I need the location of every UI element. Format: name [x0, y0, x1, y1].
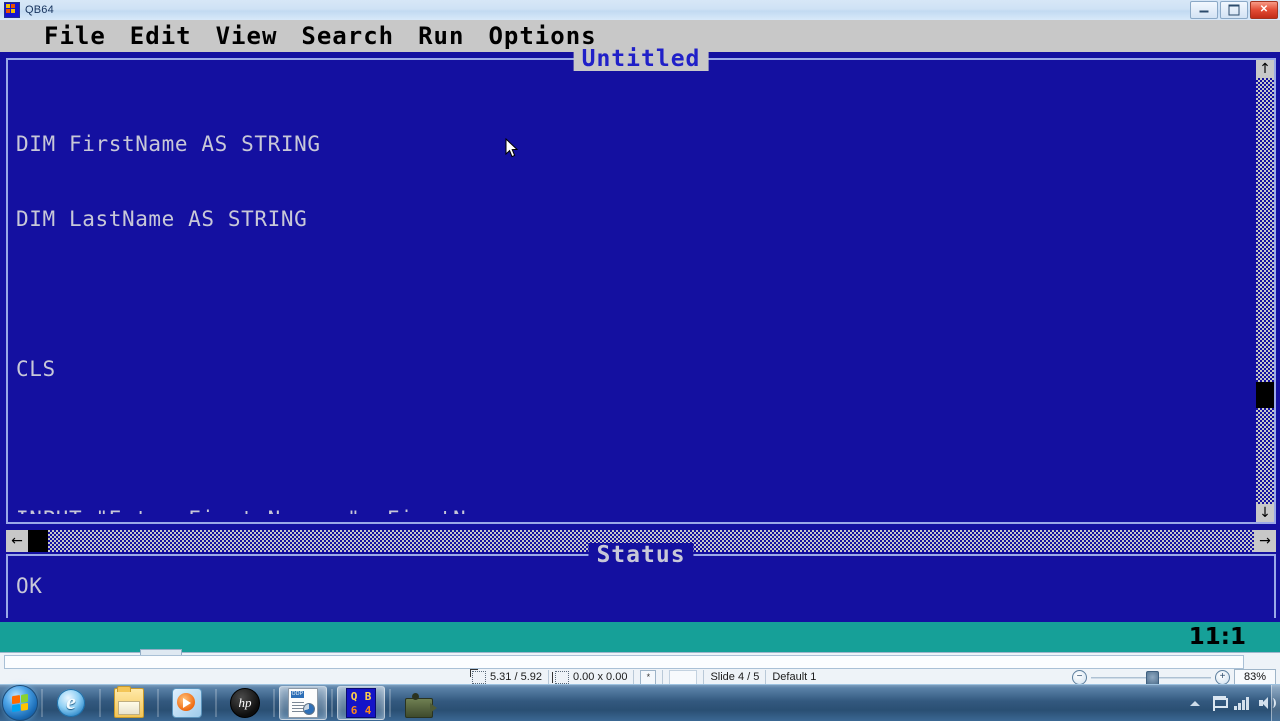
status-window-title: Status [588, 543, 694, 567]
zoom-slider[interactable] [1091, 670, 1211, 686]
windows-logo-icon [12, 693, 28, 713]
media-player-icon [172, 688, 202, 718]
vertical-scrollbar-thumb[interactable] [1256, 382, 1274, 408]
master-slide-cell: Default 1 [766, 670, 822, 685]
taskbar-windows-explorer[interactable] [105, 686, 153, 720]
network-signal-icon[interactable] [1234, 696, 1250, 710]
taskbar-media-player[interactable] [163, 686, 211, 720]
code-line: INPUT "Enter First Name: ", FirstName [16, 507, 1252, 514]
status-message: OK [16, 574, 43, 598]
editor-position-bar: 11:1 [0, 622, 1280, 652]
taskbar-separator [331, 689, 333, 717]
folder-icon [114, 686, 144, 718]
slide-position-cell: 5.31 / 5.92 [466, 668, 549, 685]
qb64-icon-char: Q [350, 689, 358, 703]
close-icon: ✕ [1259, 4, 1269, 15]
scroll-left-arrow-icon[interactable]: ← [6, 530, 28, 552]
zoom-out-button[interactable]: − [1072, 669, 1087, 685]
window-title-bar: QB64 ✕ [0, 0, 1280, 21]
qb64-app-icon [4, 2, 20, 18]
menu-item-edit[interactable]: Edit [130, 24, 192, 48]
qb64-icon-char: 4 [364, 703, 372, 717]
menu-item-run[interactable]: Run [418, 24, 464, 48]
taskbar-separator [99, 689, 101, 717]
scroll-down-arrow-icon[interactable]: ↓ [1256, 504, 1274, 522]
impress-status-bar: 5.31 / 5.92 0.00 x 0.00 * Slide 4 / 5 De… [0, 649, 1280, 686]
signature-cell[interactable] [663, 669, 705, 685]
master-slide-value: Default 1 [772, 671, 817, 683]
cursor-position-indicator: 11:1 [1188, 624, 1246, 650]
show-desktop-button[interactable] [1271, 685, 1280, 721]
windows-taskbar: ODP Q B 6 4 [0, 684, 1280, 721]
taskbar-qb64[interactable]: Q B 6 4 [337, 686, 385, 720]
taskbar-separator [389, 689, 391, 717]
odp-document-icon: ODP [288, 688, 318, 718]
taskbar-impress-presentation[interactable]: ODP [279, 686, 327, 720]
taskbar-hp[interactable] [221, 686, 269, 720]
internet-explorer-icon [57, 689, 85, 717]
window-title: QB64 [25, 4, 54, 16]
chart-pie-icon [303, 703, 315, 715]
odp-label: ODP [291, 691, 304, 698]
camcorder-icon [405, 693, 437, 718]
zoom-level-value[interactable]: 83% [1234, 669, 1276, 685]
code-text-area[interactable]: DIM FirstName AS STRING DIM LastName AS … [16, 82, 1252, 514]
taskbar-screen-recorder[interactable] [395, 686, 443, 720]
qb64-icon-char: B [364, 689, 372, 703]
menu-item-file[interactable]: File [44, 24, 106, 48]
taskbar-separator [215, 689, 217, 717]
horizontal-scrollbar-thumb[interactable] [28, 530, 48, 552]
object-size-cell: 0.00 x 0.00 [549, 669, 635, 685]
slide-position-value: 5.31 / 5.92 [490, 671, 542, 683]
action-center-flag-icon[interactable] [1213, 695, 1228, 711]
modified-indicator-cell[interactable]: * [634, 669, 664, 685]
taskbar-separator [157, 689, 159, 717]
qb64-icon: Q B 6 4 [346, 688, 376, 718]
close-button[interactable]: ✕ [1250, 1, 1278, 19]
taskbar-separator [273, 689, 275, 717]
taskbar-internet-explorer[interactable] [47, 686, 95, 720]
status-window: Status OK [6, 543, 1276, 618]
modified-flag-icon: * [640, 669, 657, 685]
code-editor-window: Untitled DIM FirstName AS STRING DIM Las… [6, 47, 1276, 524]
size-icon [552, 670, 569, 684]
digital-signature-icon [669, 669, 698, 685]
qb64-ide: Untitled DIM FirstName AS STRING DIM Las… [0, 47, 1280, 622]
window-controls: ✕ [1190, 1, 1278, 19]
menu-item-search[interactable]: Search [301, 24, 394, 48]
code-line: CLS [16, 357, 56, 381]
status-text-field [4, 655, 1244, 669]
code-window-title: Untitled [573, 47, 709, 71]
zoom-controls: − + 83% [1072, 669, 1276, 686]
screen: QB64 ✕ File Edit View Search Run Options [0, 0, 1280, 721]
restore-button[interactable] [1220, 1, 1248, 19]
slide-counter-cell: Slide 4 / 5 [704, 669, 767, 685]
menu-item-view[interactable]: View [216, 24, 278, 48]
object-size-value: 0.00 x 0.00 [573, 671, 628, 683]
show-hidden-icons-arrow-icon[interactable] [1187, 695, 1203, 711]
code-vertical-scrollbar[interactable]: ↑ ↓ [1256, 60, 1274, 522]
system-tray [1187, 685, 1280, 721]
vertical-scrollbar-track[interactable] [1256, 78, 1274, 504]
taskbar-separator [41, 689, 43, 717]
minimize-button[interactable] [1190, 1, 1218, 19]
slide-counter-value: Slide 4 / 5 [710, 671, 760, 683]
scroll-right-arrow-icon[interactable]: → [1254, 530, 1276, 552]
code-line: DIM LastName AS STRING [16, 207, 308, 231]
start-button[interactable] [2, 685, 38, 721]
zoom-in-button[interactable]: + [1215, 669, 1230, 685]
qb64-icon-char: 6 [350, 703, 358, 717]
position-icon [470, 668, 486, 684]
scroll-up-arrow-icon[interactable]: ↑ [1256, 60, 1274, 78]
hp-logo-icon [230, 688, 260, 718]
menu-item-options[interactable]: Options [488, 24, 596, 48]
code-line: DIM FirstName AS STRING [16, 132, 321, 156]
